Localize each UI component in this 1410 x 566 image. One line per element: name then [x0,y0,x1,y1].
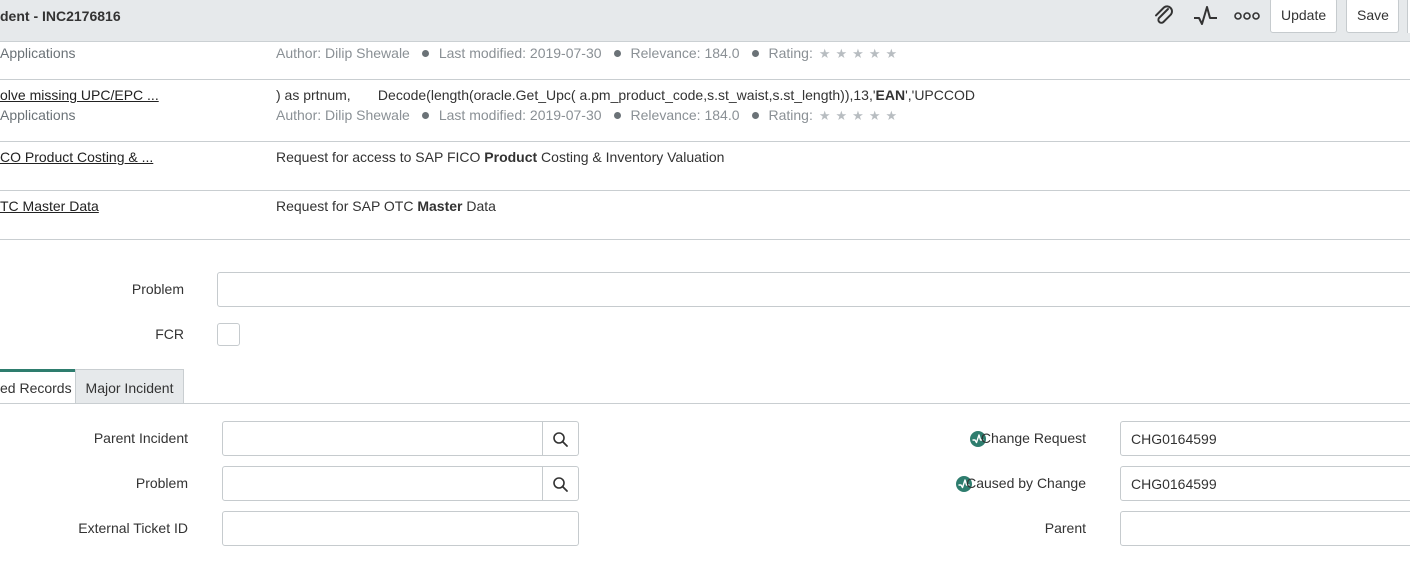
save-button[interactable]: Save [1346,0,1399,33]
parent-input[interactable] [1120,511,1410,546]
change-request-input[interactable] [1120,421,1410,456]
tab-related-records[interactable]: ed Records [0,369,75,404]
parent-incident-input[interactable] [222,421,543,456]
problem-label: Problem [135,475,188,491]
kb-category: Applications [0,107,76,123]
problem-input[interactable] [217,272,1410,307]
kb-result-link[interactable]: olve missing UPC/EPC ... [0,87,159,103]
tab-divider [0,403,1410,404]
rating-stars[interactable]: ★★★★★ [819,108,902,123]
search-icon [553,432,568,447]
search-icon [553,477,568,492]
external-ticket-input[interactable] [222,511,579,546]
tab-major-incident[interactable]: Major Incident [75,369,184,404]
parent-incident-lookup-button[interactable] [543,421,579,456]
external-ticket-label: External Ticket ID [78,520,188,536]
kb-result-row: CO Product Costing & ... Request for acc… [0,141,1410,191]
problem-lookup-button[interactable] [543,466,579,501]
kb-result-row: olve missing UPC/EPC ... Applications ) … [0,79,1410,142]
update-button[interactable]: Update [1270,0,1337,33]
caused-by-change-label: Caused by Change [966,475,1086,491]
form-header: dent - INC2176816 Update Save [0,0,1410,42]
related-problem-input[interactable] [222,466,543,501]
parent-incident-label: Parent Incident [93,430,188,446]
fcr-checkbox[interactable] [217,323,240,346]
more-icon[interactable] [1234,5,1260,27]
kb-snippet: ) as prtnum, Decode(length(oracle.Get_Up… [276,87,975,103]
kb-category: Applications [0,45,76,61]
kb-result-link[interactable]: TC Master Data [0,198,99,214]
record-title: dent - INC2176816 [0,8,121,24]
caused-by-change-input[interactable] [1120,466,1410,501]
parent-label: Parent [1044,520,1086,536]
kb-snippet: Request for access to SAP FICO Product C… [276,149,725,165]
kb-result-row: Applications Author: Dilip Shewale Last m… [0,42,1410,80]
kb-meta: Author: Dilip Shewale Last modified: 2019… [276,45,903,61]
change-request-label: Change Request [980,430,1086,446]
paperclip-icon[interactable] [1151,5,1177,27]
kb-meta: Author: Dilip Shewale Last modified: 2019… [276,107,903,123]
problem-label: Problem [131,281,184,297]
kb-snippet: Request for SAP OTC Master Data [276,198,496,214]
fcr-label: FCR [155,326,184,342]
kb-result-row: TC Master Data Request for SAP OTC Maste… [0,190,1410,240]
activity-icon[interactable] [1193,5,1219,27]
kb-result-link[interactable]: CO Product Costing & ... [0,149,153,165]
rating-stars[interactable]: ★★★★★ [819,46,902,61]
